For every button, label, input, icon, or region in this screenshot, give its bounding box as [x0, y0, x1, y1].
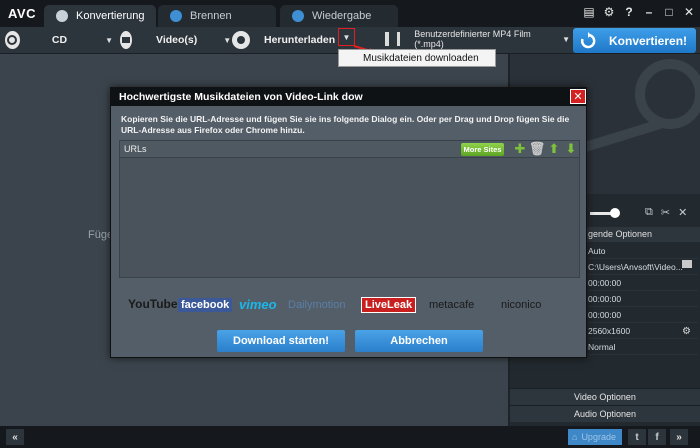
metacafe-logo: metacafe	[429, 299, 475, 311]
download-start-button[interactable]: Download starten!	[217, 330, 345, 352]
option-row: 00:00:00	[588, 307, 698, 323]
tab-konvertierung[interactable]: Konvertierung	[44, 5, 156, 27]
more-sites-button[interactable]: More Sites	[461, 143, 504, 156]
maximize-icon[interactable]: □	[662, 4, 676, 20]
cd-label: CD	[51, 34, 68, 46]
liveleak-logo: LiveLeak	[361, 297, 417, 313]
scissors-icon[interactable]: ✂	[661, 206, 670, 219]
film-icon	[385, 32, 401, 46]
preview-tools: ⧉ ✂ ✕	[645, 206, 687, 219]
app-logo: AVC	[8, 6, 36, 21]
close-icon[interactable]: ✕	[570, 89, 586, 104]
gear-icon[interactable]: ⚙	[602, 4, 616, 20]
twitter-icon[interactable]: t	[628, 429, 646, 445]
format-label: Benutzerdefinierter MP4 Film (*.mp4)	[414, 29, 531, 49]
url-list-header: URLs More Sites ✚ 🗑 ⬆ ⬇	[120, 141, 579, 158]
option-row: 00:00:00	[588, 291, 698, 307]
niconico-logo: niconico	[501, 299, 542, 311]
close-icon[interactable]: ✕	[682, 4, 696, 20]
url-list[interactable]: URLs More Sites ✚ 🗑 ⬆ ⬇	[119, 140, 580, 278]
add-cd-icon	[5, 31, 20, 49]
arrow-up-icon[interactable]: ⬆	[547, 141, 561, 156]
add-video-icon	[120, 31, 132, 49]
upgrade-label: Upgrade	[581, 432, 616, 442]
convert-tab-icon	[56, 10, 68, 22]
download-label: Herunterladen	[264, 34, 336, 46]
video-label: Video(s)	[156, 34, 198, 46]
chevron-down-icon[interactable]: ▼	[105, 36, 113, 45]
dialog-description: Kopieren Sie die URL-Adresse und fügen S…	[121, 114, 570, 135]
facebook-logo: facebook	[178, 298, 233, 312]
vimeo-logo: vimeo	[239, 297, 277, 312]
globe-download-icon	[232, 31, 250, 49]
minimize-icon[interactable]: –	[642, 4, 656, 20]
tab-label: Wiedergabe	[312, 10, 372, 22]
option-row: 00:00:00	[588, 275, 698, 291]
output-format-select[interactable]: Benutzerdefinierter MP4 Film (*.mp4) ▼	[385, 29, 570, 49]
expand-right-icon[interactable]: »	[670, 429, 688, 445]
option-row: Auto	[588, 243, 698, 259]
window-controls: ▤ ⚙ ? – □ ✕	[582, 4, 696, 20]
urls-label: URLs	[124, 144, 147, 154]
collapse-left-icon[interactable]: «	[6, 429, 24, 445]
video-options-button[interactable]: Video Optionen	[510, 388, 700, 405]
tab-brennen[interactable]: Brennen	[158, 5, 276, 27]
convert-button[interactable]: Konvertieren!	[573, 28, 696, 53]
trash-icon[interactable]: 🗑	[529, 141, 546, 156]
help-icon[interactable]: ?	[622, 4, 636, 20]
bottom-bar: « ⌂ Upgrade t f »	[0, 426, 700, 448]
upgrade-button[interactable]: ⌂ Upgrade	[568, 429, 622, 445]
download-music-menu-item[interactable]: Musikdateien downloaden	[338, 49, 496, 67]
tab-label: Brennen	[190, 10, 232, 22]
play-icon	[292, 10, 304, 22]
download-button[interactable]: Herunterladen	[232, 29, 340, 51]
youtube-logo: YouTube	[128, 297, 178, 311]
home-icon: ⌂	[572, 432, 578, 442]
add-video-button[interactable]: Video(s) ▼	[120, 29, 231, 51]
tab-label: Konvertierung	[76, 10, 145, 22]
dialog-title: Hochwertigste Musikdateien von Video-Lin…	[111, 88, 586, 106]
chevron-down-icon: ▼	[562, 34, 570, 44]
chevron-down-icon: ▼	[342, 32, 351, 42]
arrow-down-icon[interactable]: ⬇	[564, 141, 578, 156]
disc-icon	[170, 10, 182, 22]
dailymotion-logo: Dailymotion	[288, 299, 346, 311]
add-cd-button[interactable]: CD ▼	[5, 29, 113, 51]
convert-label: Konvertieren!	[609, 33, 688, 48]
cancel-button[interactable]: Abbrechen	[355, 330, 483, 352]
feed-icon[interactable]: ▤	[582, 4, 596, 20]
effect-icon[interactable]: ✕	[678, 206, 687, 219]
option-row: Normal	[588, 339, 698, 355]
audio-options-button[interactable]: Audio Optionen	[510, 405, 700, 422]
folder-icon[interactable]	[682, 260, 692, 268]
chevron-down-icon[interactable]: ▼	[223, 36, 231, 45]
add-icon[interactable]: ✚	[513, 141, 527, 156]
slider-knob[interactable]	[610, 208, 620, 218]
supported-sites: YouTube facebook vimeo Dailymotion LiveL…	[123, 295, 578, 319]
url-actions: ✚ 🗑 ⬆ ⬇	[513, 141, 578, 156]
download-dialog: Hochwertigste Musikdateien von Video-Lin…	[110, 87, 587, 358]
refresh-icon	[580, 31, 596, 48]
tab-wiedergabe[interactable]: Wiedergabe	[280, 5, 398, 27]
gear-icon[interactable]: ⚙	[682, 326, 691, 337]
facebook-icon[interactable]: f	[648, 429, 666, 445]
crop-icon[interactable]: ⧉	[645, 206, 653, 219]
title-bar: AVC Konvertierung Brennen Wiedergabe ▤ ⚙…	[0, 0, 700, 27]
